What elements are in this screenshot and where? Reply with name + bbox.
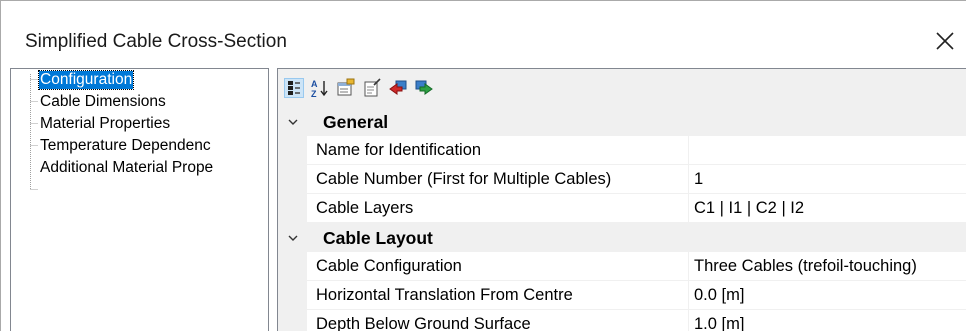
chevron-down-icon[interactable] [286,115,300,129]
tree-item-label: Material Properties [40,115,171,132]
green-arrow-forward-icon[interactable] [414,78,434,98]
property-grid-rows: General Name for Identification Cable Nu… [278,107,966,331]
dialog-window: Simplified Cable Cross-Section Configura… [0,0,966,331]
row-gutter [278,281,307,310]
category-row-cable-layout[interactable]: Cable Layout [278,223,966,252]
category-label: General [323,112,389,132]
svg-text:A: A [311,79,318,89]
property-value[interactable]: 0.0 [m] [689,281,966,310]
tree-item-label: Temperature Dependenc [40,137,211,154]
property-row[interactable]: Cable Number (First for Multiple Cables)… [278,165,966,194]
property-name[interactable]: Horizontal Translation From Centre [307,281,689,310]
close-icon[interactable] [933,29,957,53]
edit-document-icon[interactable] [362,78,382,98]
red-arrow-back-icon[interactable] [388,78,408,98]
property-pages-icon[interactable] [336,78,356,98]
property-grid-toolbar: A Z [278,69,966,107]
title-bar: Simplified Cable Cross-Section [1,1,966,65]
chevron-down-icon[interactable] [286,231,300,245]
property-row[interactable]: Depth Below Ground Surface 1.0 [m] [278,310,966,331]
row-gutter [278,310,307,331]
property-name[interactable]: Cable Configuration [307,252,689,281]
tree-item-cable-dimensions[interactable]: Cable Dimensions [11,92,268,113]
svg-text:Z: Z [311,89,317,98]
tree-item-label: Additional Material Prope [40,159,214,176]
property-name[interactable]: Name for Identification [307,136,689,165]
tree-item-label: Cable Dimensions [40,93,166,110]
property-value[interactable]: C1 | I1 | C2 | I2 [689,194,966,223]
categorized-icon[interactable] [284,78,304,98]
tree-item-material-properties[interactable]: Material Properties [11,114,268,135]
tree-item-label: Configuration [37,70,135,90]
navigation-tree[interactable]: Configuration Cable Dimensions Material … [10,68,269,331]
tree-item-configuration[interactable]: Configuration [11,70,268,91]
property-row[interactable]: Cable Configuration Three Cables (trefoi… [278,252,966,281]
property-grid: A Z General Name for Identification Cabl… [277,68,966,331]
category-row-general[interactable]: General [278,107,966,136]
property-name[interactable]: Cable Number (First for Multiple Cables) [307,165,689,194]
tree-item-additional-material-properties[interactable]: Additional Material Prope [11,158,268,179]
property-row[interactable]: Name for Identification [278,136,966,165]
window-title: Simplified Cable Cross-Section [25,31,287,52]
property-row[interactable]: Cable Layers C1 | I1 | C2 | I2 [278,194,966,223]
property-value[interactable]: 1 [689,165,966,194]
row-gutter [278,165,307,194]
alphabetical-sort-icon[interactable]: A Z [310,78,330,99]
row-gutter [278,136,307,165]
row-gutter [278,194,307,223]
category-label: Cable Layout [323,228,433,248]
property-name[interactable]: Cable Layers [307,194,689,223]
property-value[interactable]: Three Cables (trefoil-touching) [689,252,966,281]
tree-item-temperature-dependence[interactable]: Temperature Dependenc [11,136,268,157]
property-value[interactable]: 1.0 [m] [689,310,966,331]
property-value[interactable] [689,136,966,165]
property-row[interactable]: Horizontal Translation From Centre 0.0 [… [278,281,966,310]
property-name[interactable]: Depth Below Ground Surface [307,310,689,331]
row-gutter [278,252,307,281]
